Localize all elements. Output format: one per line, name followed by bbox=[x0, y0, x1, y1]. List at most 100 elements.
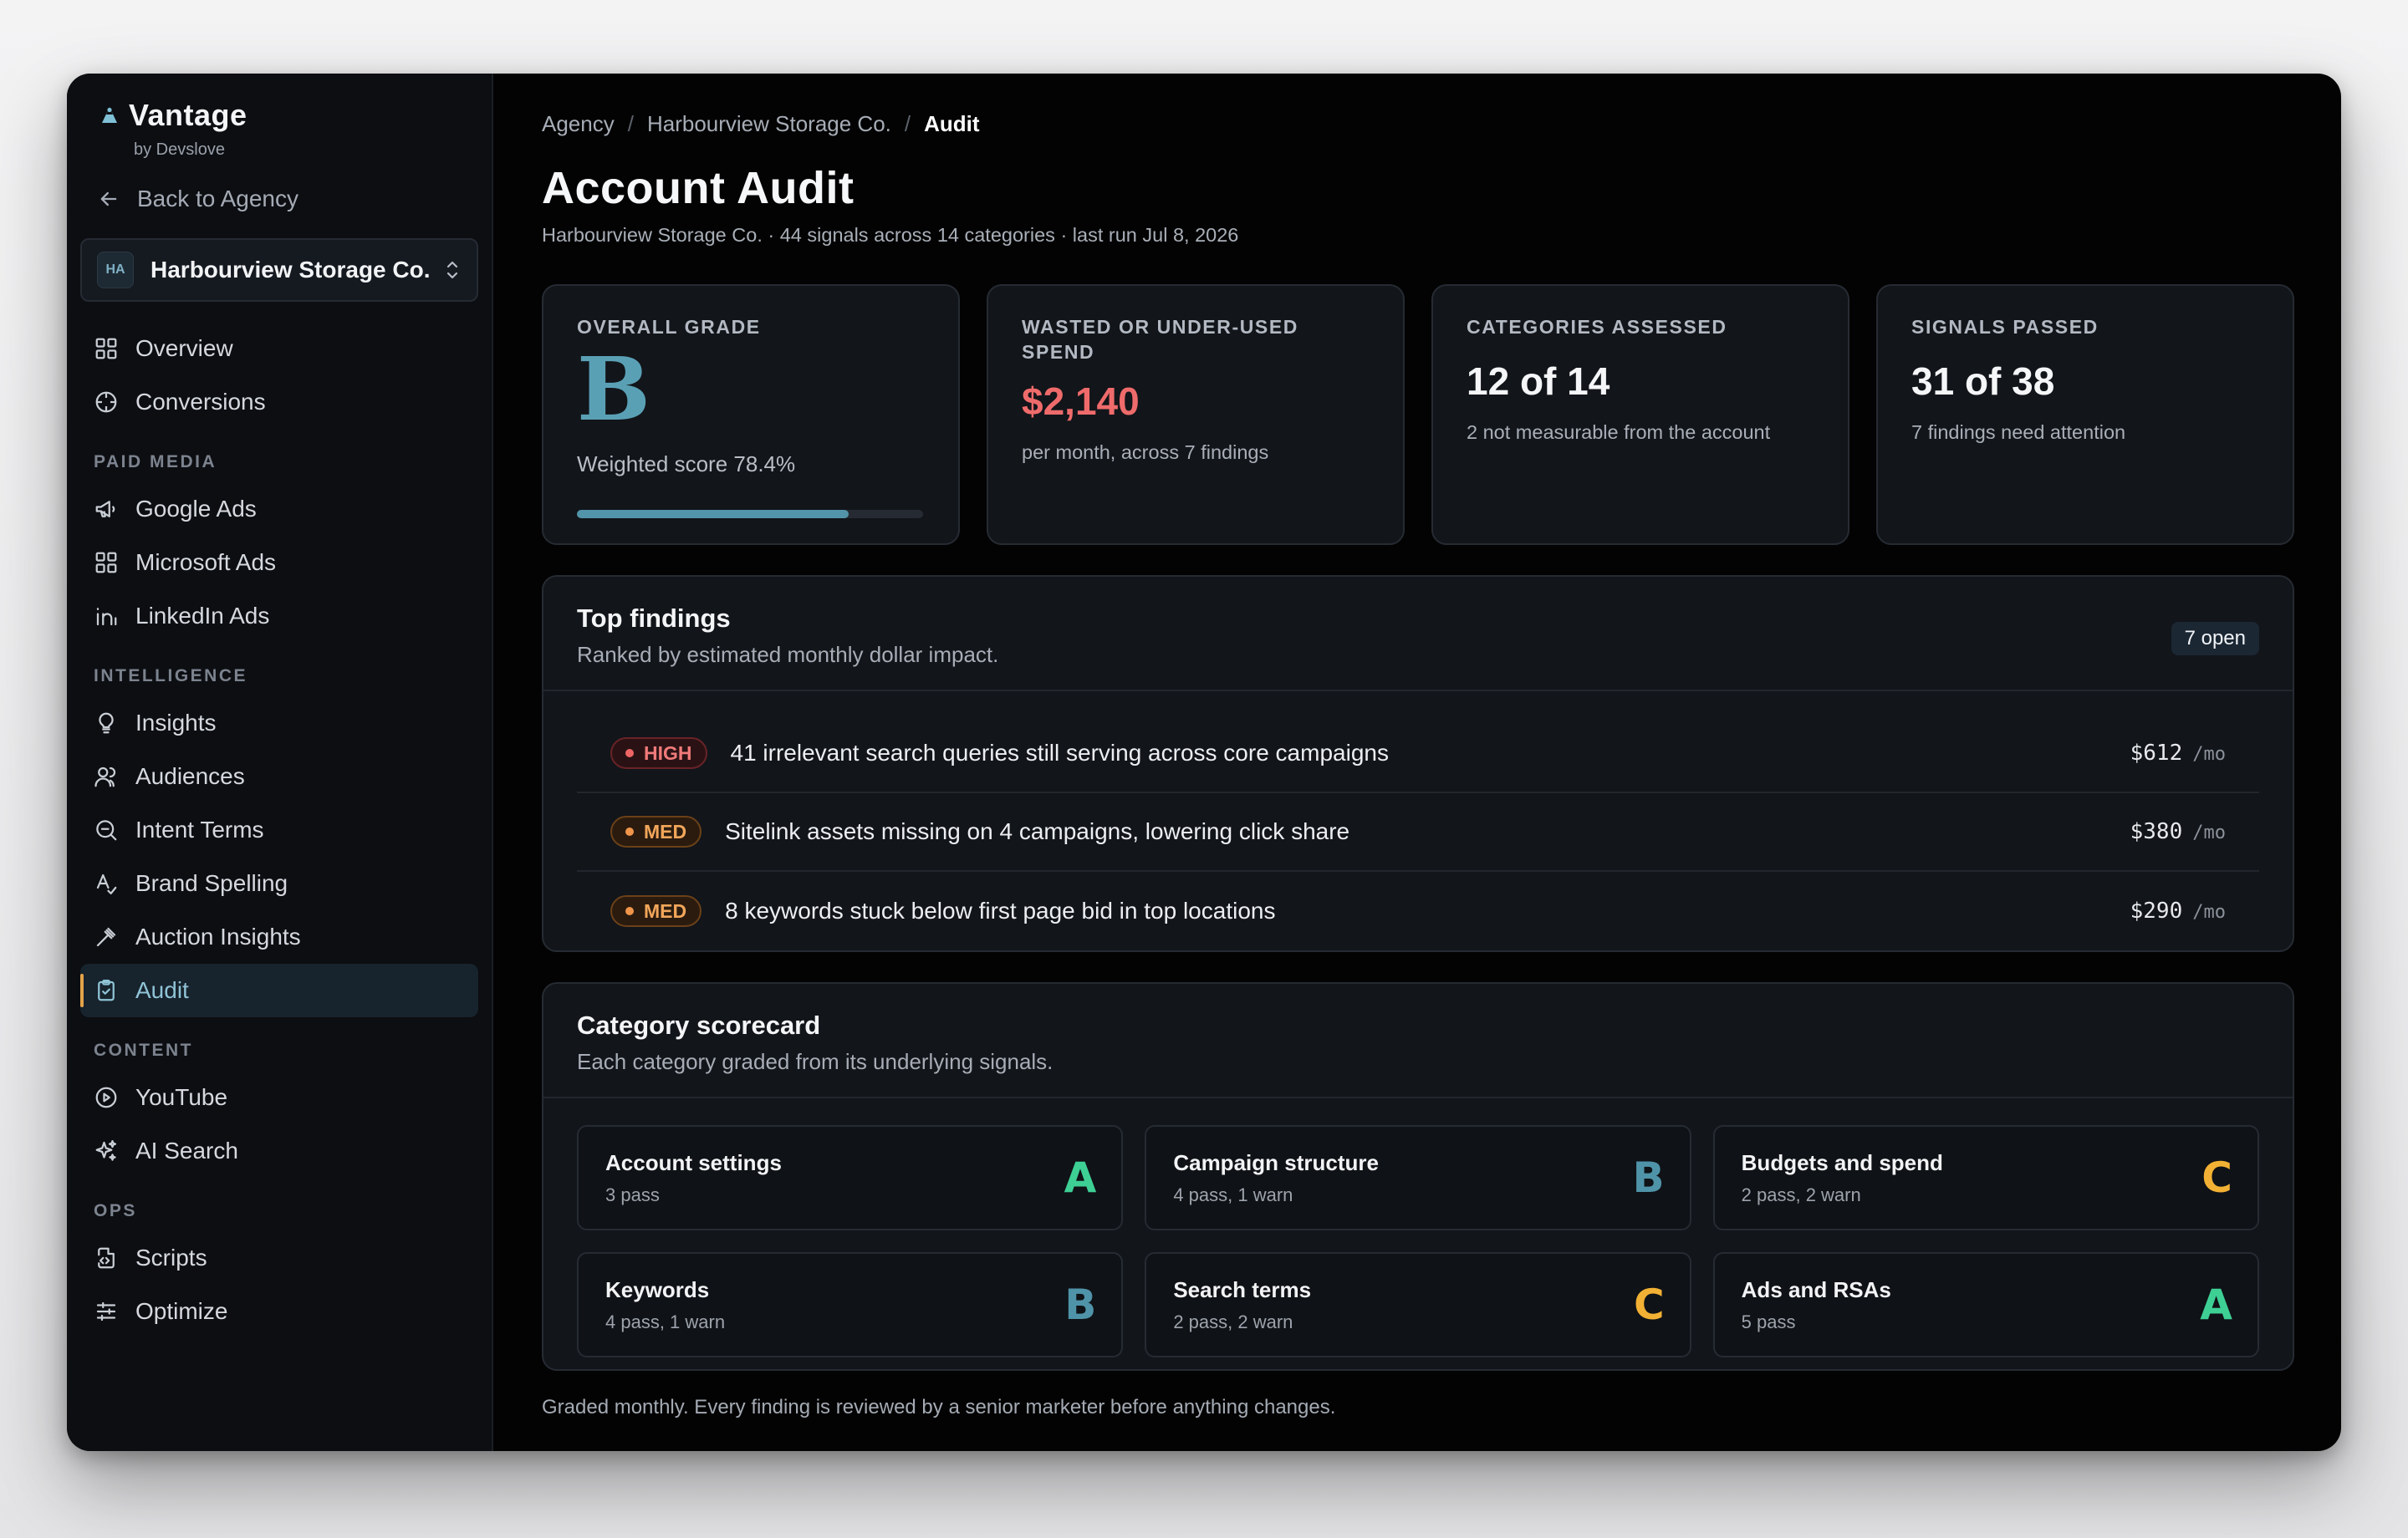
brand-name: Vantage bbox=[129, 98, 247, 132]
panel-header: Top findings Ranked by estimated monthly… bbox=[543, 577, 2293, 691]
scorecard-item[interactable]: Search terms 2 pass, 2 warn C bbox=[1145, 1252, 1691, 1357]
weighted-score: Weighted score 78.4% bbox=[577, 451, 796, 476]
linkedin-icon bbox=[96, 608, 117, 626]
severity-badge: HIGH bbox=[610, 737, 707, 769]
stat-note: 2 not measurable from the account bbox=[1467, 421, 1771, 443]
sidebar-item-label: Intent Terms bbox=[135, 817, 264, 843]
sidebar-item-label: YouTube bbox=[135, 1084, 228, 1110]
section-ops: OPS bbox=[94, 1201, 137, 1220]
stat-cards: OVERALL GRADE B Weighted score 78.4% WAS… bbox=[542, 284, 2294, 545]
play-circle-icon bbox=[95, 1087, 117, 1108]
scorecard-item[interactable]: Budgets and spend 2 pass, 2 warn C bbox=[1712, 1125, 2259, 1230]
finding-impact: $612/mo bbox=[2130, 741, 2226, 766]
category-detail: 2 pass, 2 warn bbox=[1173, 1311, 1293, 1332]
finding-row[interactable]: MED Sitelink assets missing on 4 campaig… bbox=[577, 793, 2259, 872]
finding-impact: $380/mo bbox=[2130, 819, 2226, 844]
sidebar-item-google-ads[interactable]: Google Ads bbox=[80, 482, 478, 536]
finding-row[interactable]: HIGH 41 irrelevant search queries still … bbox=[577, 715, 2259, 793]
target-icon bbox=[95, 391, 117, 413]
sidebar-item-label: Scripts bbox=[135, 1245, 207, 1271]
search-icon bbox=[96, 820, 117, 841]
category-detail: 4 pass, 1 warn bbox=[605, 1311, 726, 1332]
panel-subtitle: Ranked by estimated monthly dollar impac… bbox=[577, 642, 999, 667]
breadcrumb-agency[interactable]: Agency bbox=[542, 111, 615, 137]
file-code-icon bbox=[98, 1247, 115, 1269]
finding-row[interactable]: MED 8 keywords stuck below first page bi… bbox=[577, 872, 2259, 950]
top-findings-panel: Top findings Ranked by estimated monthly… bbox=[542, 575, 2294, 952]
scorecard-item[interactable]: Campaign structure 4 pass, 1 warn B bbox=[1145, 1125, 1691, 1230]
category-grade: B bbox=[1064, 1281, 1097, 1329]
panel-subtitle: Each category graded from its underlying… bbox=[577, 1049, 1054, 1074]
sidebar-item-ai-search[interactable]: AI Search bbox=[80, 1124, 478, 1178]
account-switcher[interactable]: HA Harbourview Storage Co. bbox=[80, 238, 478, 302]
score-progress-fill bbox=[577, 510, 849, 518]
sidebar-item-label: Audit bbox=[135, 977, 189, 1003]
finding-text: 41 irrelevant search queries still servi… bbox=[730, 740, 1389, 766]
category-grade: B bbox=[1632, 1154, 1665, 1202]
app-window: Vantage by Devslove Back to Agency HA Ha… bbox=[67, 74, 2341, 1451]
grid-icon bbox=[95, 338, 117, 359]
sidebar-item-scripts[interactable]: Scripts bbox=[80, 1231, 478, 1285]
sidebar-item-overview[interactable]: Overview bbox=[80, 322, 478, 375]
spell-icon bbox=[96, 873, 117, 894]
stat-label: OVERALL GRADE bbox=[577, 316, 761, 338]
brand-subtitle: by Devslove bbox=[134, 140, 225, 159]
sidebar-item-conversions[interactable]: Conversions bbox=[80, 375, 478, 429]
sidebar-item-audiences[interactable]: Audiences bbox=[80, 750, 478, 803]
brand[interactable]: Vantage bbox=[80, 92, 478, 139]
category-grade: A bbox=[1064, 1154, 1097, 1202]
category-grade: A bbox=[2200, 1281, 2232, 1329]
sidebar-item-linkedin-ads[interactable]: LinkedIn Ads bbox=[80, 589, 478, 643]
breadcrumb: Agency / Harbourview Storage Co. / Audit bbox=[542, 109, 2294, 139]
sidebar-item-optimize[interactable]: Optimize bbox=[80, 1285, 478, 1338]
sidebar-item-insights[interactable]: Insights bbox=[80, 696, 478, 750]
sidebar-item-label: LinkedIn Ads bbox=[135, 603, 270, 629]
sidebar-item-brand-spelling[interactable]: Brand Spelling bbox=[80, 857, 478, 910]
sidebar-item-audit[interactable]: Audit bbox=[80, 964, 478, 1017]
scorecard-item[interactable]: Account settings 3 pass A bbox=[577, 1125, 1124, 1230]
signals-passed-value: 31 of 38 bbox=[1911, 359, 2055, 403]
back-to-agency-label: Back to Agency bbox=[137, 186, 299, 211]
open-count-badge: 7 open bbox=[2171, 622, 2259, 655]
sidebar-item-microsoft-ads[interactable]: Microsoft Ads bbox=[80, 536, 478, 589]
severity-label: MED bbox=[644, 899, 687, 922]
sidebar-item-youtube[interactable]: YouTube bbox=[80, 1071, 478, 1124]
overall-grade-value: B bbox=[577, 338, 650, 441]
impact-amount: $612 bbox=[2130, 741, 2183, 766]
stat-label: CATEGORIES ASSESSED bbox=[1467, 316, 1727, 338]
section-intelligence: INTELLIGENCE bbox=[94, 666, 248, 685]
severity-dot bbox=[625, 749, 634, 757]
category-detail: 4 pass, 1 warn bbox=[1173, 1184, 1293, 1205]
back-to-agency-link[interactable]: Back to Agency bbox=[80, 178, 478, 220]
account-name: Harbourview Storage Co. bbox=[150, 257, 431, 283]
finding-impact: $290/mo bbox=[2130, 899, 2226, 924]
scorecard-item[interactable]: Ads and RSAs 5 pass A bbox=[1712, 1252, 2259, 1357]
severity-dot bbox=[625, 828, 634, 836]
breadcrumb-account[interactable]: Harbourview Storage Co. bbox=[647, 111, 891, 137]
category-grade: C bbox=[1633, 1281, 1665, 1329]
sidebar-item-auction-insights[interactable]: Auction Insights bbox=[80, 910, 478, 964]
impact-amount: $290 bbox=[2130, 899, 2183, 924]
page-subtitle: Harbourview Storage Co. · 44 signals acr… bbox=[542, 224, 1239, 246]
category-name: Budgets and spend bbox=[1741, 1149, 1943, 1175]
signals-passed-card: SIGNALS PASSED 31 of 38 7 findings need … bbox=[1876, 284, 2294, 545]
finding-text: Sitelink assets missing on 4 campaigns, … bbox=[725, 818, 1350, 844]
sidebar-item-label: Auction Insights bbox=[135, 924, 301, 950]
stat-label: WASTED OR UNDER-USED SPEND bbox=[1022, 316, 1299, 363]
sidebar-item-intent-terms[interactable]: Intent Terms bbox=[80, 803, 478, 857]
users-icon bbox=[94, 766, 116, 787]
severity-badge: MED bbox=[610, 895, 702, 927]
section-content: CONTENT bbox=[94, 1041, 193, 1060]
scorecard-item[interactable]: Keywords 4 pass, 1 warn B bbox=[577, 1252, 1124, 1357]
breadcrumb-separator: / bbox=[627, 110, 634, 136]
sidebar: Vantage by Devslove Back to Agency HA Ha… bbox=[67, 74, 493, 1451]
sidebar-item-label: Insights bbox=[135, 710, 217, 736]
sidebar-item-label: Overview bbox=[135, 335, 233, 361]
clipboard-check-icon bbox=[98, 980, 115, 1001]
breadcrumb-current: Audit bbox=[924, 110, 980, 136]
panel-header: Category scorecard Each category graded … bbox=[543, 984, 2293, 1098]
impact-period: /mo bbox=[2192, 822, 2226, 843]
brand-logo-icon bbox=[102, 107, 117, 123]
sidebar-item-label: Audiences bbox=[135, 763, 245, 789]
sidebar-item-label: Conversions bbox=[135, 389, 266, 415]
